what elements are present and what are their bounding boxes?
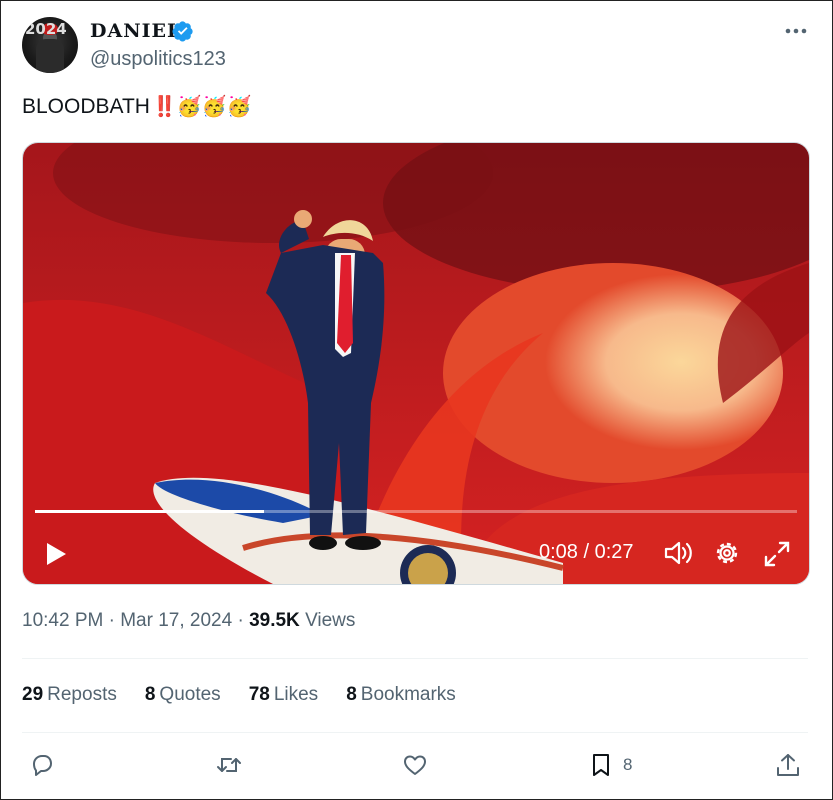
video-frame-image xyxy=(23,143,809,584)
like-button[interactable] xyxy=(401,750,429,780)
stat-quotes[interactable]: 8 Quotes xyxy=(145,684,221,706)
views-count: 39.5K xyxy=(249,610,300,631)
divider xyxy=(22,658,808,659)
stat-label: Reposts xyxy=(47,684,117,705)
meta-separator-2: · xyxy=(237,610,244,631)
meta-separator: · xyxy=(108,610,115,631)
avatar-year-text: 2024 xyxy=(25,20,67,38)
avatar-figure-body xyxy=(36,39,64,73)
bookmark-button[interactable]: 8 xyxy=(587,750,632,780)
stat-label: Likes xyxy=(273,684,319,705)
stat-bookmarks[interactable]: 8 Bookmarks xyxy=(346,684,456,706)
stat-label: Bookmarks xyxy=(360,684,456,705)
bookmark-icon xyxy=(593,754,609,776)
play-icon[interactable] xyxy=(43,541,69,567)
stat-count: 78 xyxy=(248,684,270,705)
video-player[interactable]: 0:08 / 0:27 xyxy=(22,142,810,585)
heart-icon xyxy=(404,755,426,775)
verified-badge-icon xyxy=(172,21,193,42)
post-metadata: 10:42 PM · Mar 17, 2024 · 39.5K Views xyxy=(22,610,355,632)
post-emoji: ‼️🥳🥳🥳 xyxy=(151,96,252,118)
video-progress-bar[interactable] xyxy=(35,510,797,513)
video-time-display: 0:08 / 0:27 xyxy=(539,541,634,563)
more-options-icon[interactable] xyxy=(783,22,809,40)
post-time[interactable]: 10:42 PM xyxy=(22,610,103,631)
author-name[interactable]: DANIEL xyxy=(90,20,181,42)
reply-icon xyxy=(33,755,52,776)
avatar[interactable]: 2024 xyxy=(22,17,78,73)
post-date[interactable]: Mar 17, 2024 xyxy=(120,610,232,631)
post-text: BLOODBATH ‼️🥳🥳🥳 xyxy=(22,94,252,119)
volume-icon[interactable] xyxy=(663,539,693,567)
settings-gear-icon[interactable] xyxy=(713,539,741,567)
stat-count: 29 xyxy=(22,684,44,705)
stat-count: 8 xyxy=(144,684,156,705)
share-icon xyxy=(777,754,799,776)
author-handle[interactable]: @uspolitics123 xyxy=(90,48,226,71)
repost-button[interactable] xyxy=(215,750,243,780)
stat-label: Quotes xyxy=(159,684,221,705)
divider xyxy=(22,732,808,733)
engagement-stats: 29 Reposts 8 Quotes 78 Likes 8 Bookmarks xyxy=(22,684,456,706)
video-progress-fill xyxy=(35,510,264,513)
fullscreen-icon[interactable] xyxy=(763,540,791,568)
share-button[interactable] xyxy=(774,750,802,780)
repost-icon xyxy=(217,758,241,772)
views-label: Views xyxy=(305,610,356,631)
stat-likes[interactable]: 78 Likes xyxy=(249,684,319,706)
stat-count: 8 xyxy=(346,684,357,705)
post-text-body: BLOODBATH xyxy=(22,94,150,118)
stat-reposts[interactable]: 29 Reposts xyxy=(22,684,117,706)
bookmark-count: 8 xyxy=(623,755,633,774)
reply-button[interactable] xyxy=(28,750,56,780)
